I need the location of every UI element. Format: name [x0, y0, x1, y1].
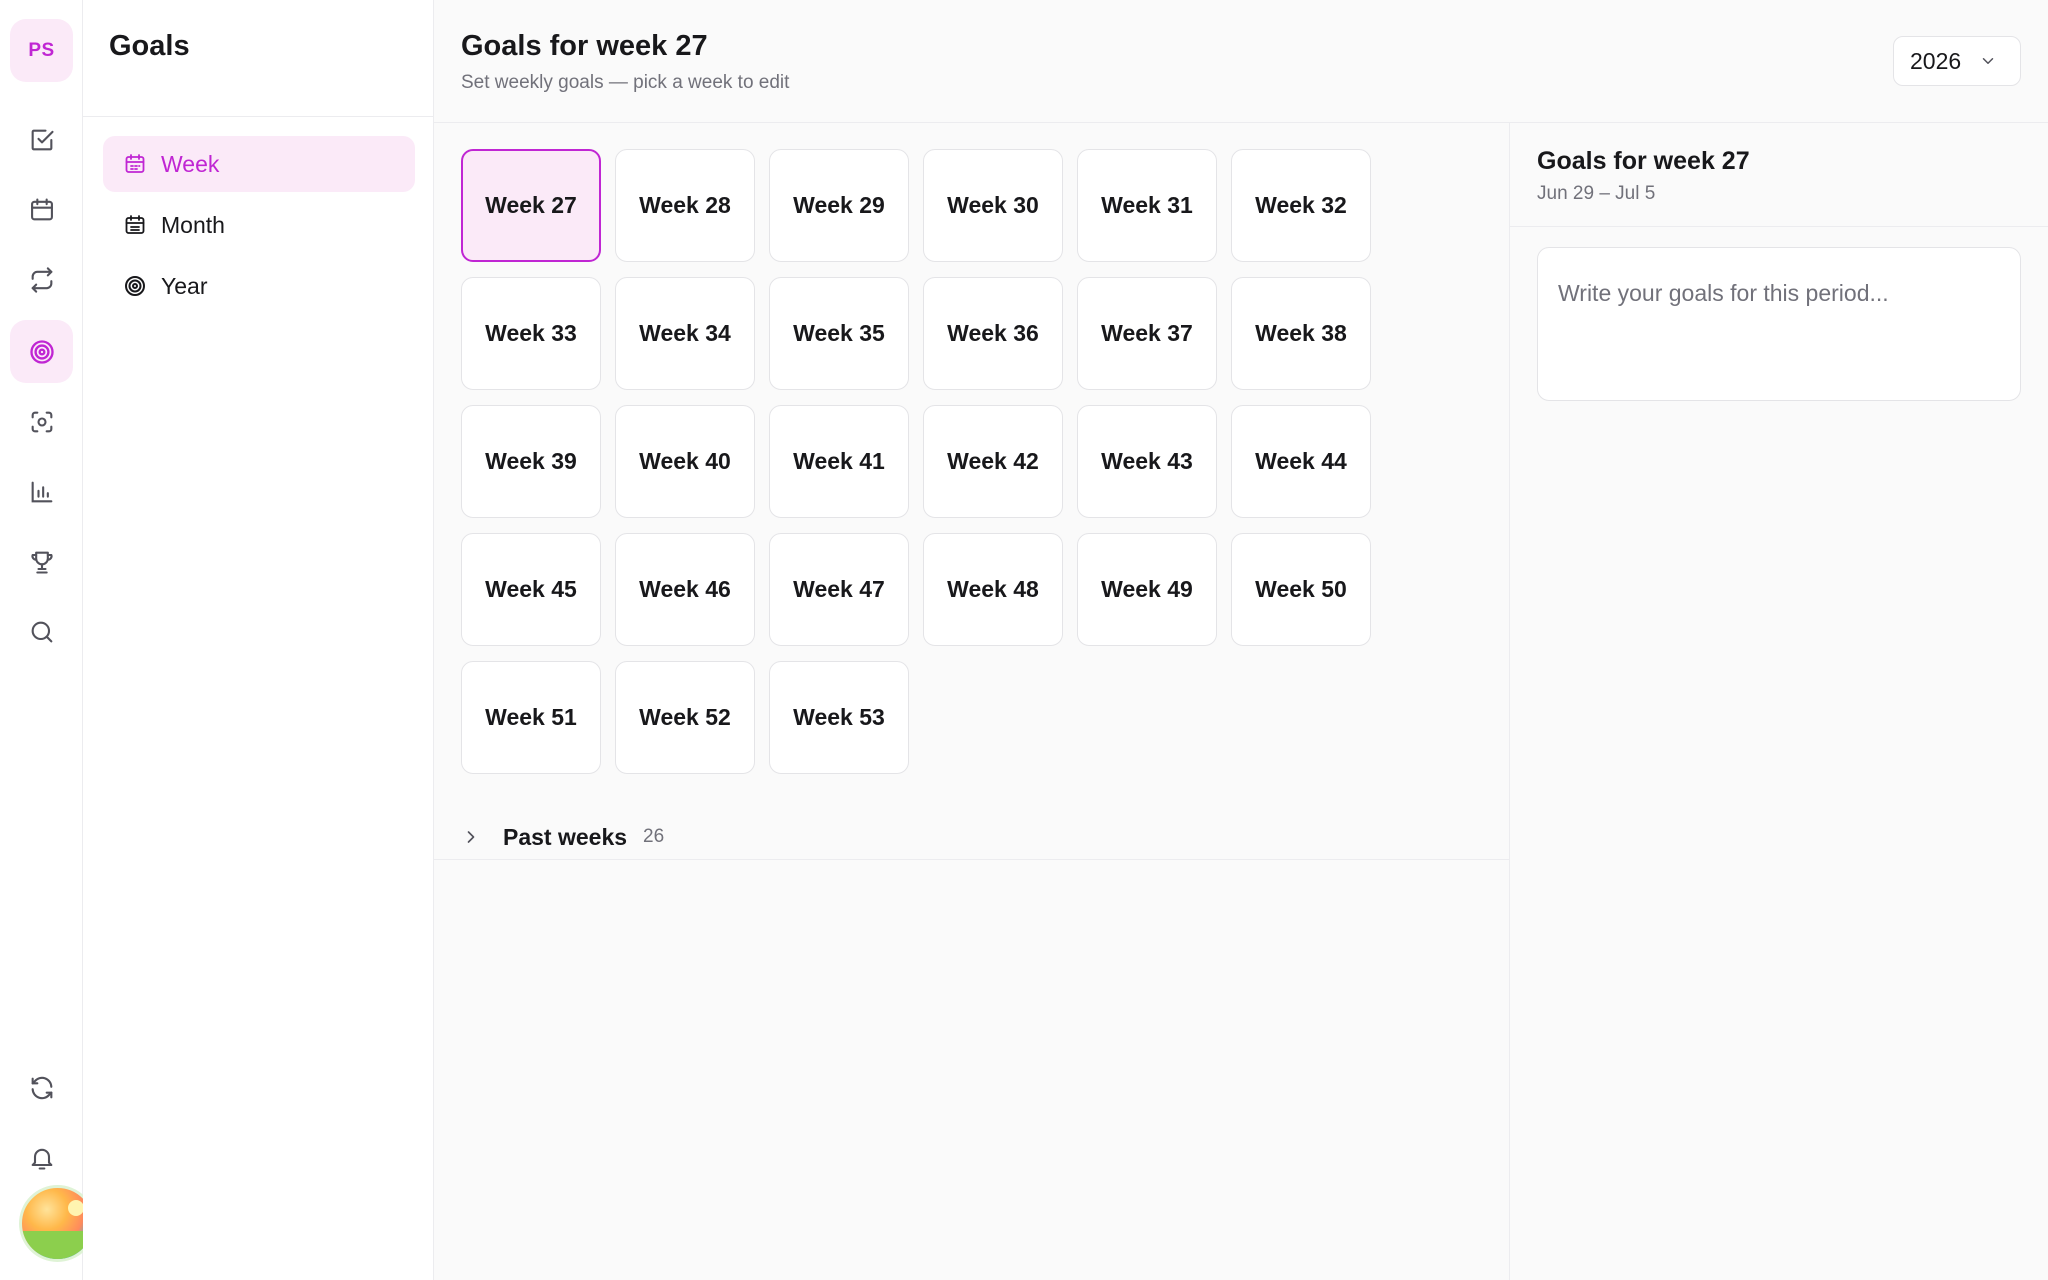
trophy-icon: [30, 551, 53, 574]
year-select[interactable]: 2026: [1893, 36, 2021, 86]
repeat-icon: [31, 266, 52, 293]
weeks-grid: Week 27 Week 28 Week 29 Week 30 Week 31 Week …: [461, 149, 1371, 774]
past-weeks-divider: [434, 859, 1509, 860]
week-card[interactable]: Week 38: [1231, 277, 1371, 390]
week-card[interactable]: Week 50: [1231, 533, 1371, 646]
refresh-icon: [31, 1076, 52, 1099]
chevron-down-icon: [1982, 58, 1994, 64]
check-square-icon: [31, 129, 54, 150]
sidebar-item-week[interactable]: Week: [103, 136, 415, 192]
week-card[interactable]: Week 31: [1077, 149, 1217, 262]
goals-textarea[interactable]: [1537, 247, 2021, 401]
search-icon: [31, 621, 52, 642]
focus-button[interactable]: [10, 390, 73, 453]
icon-rail: PS: [0, 0, 96, 1280]
week-card[interactable]: Week 42: [923, 405, 1063, 518]
week-card[interactable]: Week 49: [1077, 533, 1217, 646]
week-card[interactable]: Week 33: [461, 277, 601, 390]
page-title: Goals for week 27: [461, 30, 708, 62]
main-area: Goals for week 27 Set weekly goals — pic…: [434, 0, 2048, 1280]
week-card[interactable]: Week 37: [1077, 277, 1217, 390]
bar-chart-icon: [31, 481, 52, 502]
week-card[interactable]: Week 46: [615, 533, 755, 646]
focus-icon: [31, 411, 52, 432]
stats-button[interactable]: [10, 460, 73, 523]
search-button[interactable]: [10, 600, 73, 663]
bell-icon: [31, 1148, 52, 1170]
sync-button[interactable]: [10, 1056, 73, 1119]
week-card[interactable]: Week 40: [615, 405, 755, 518]
notifications-button[interactable]: [10, 1126, 73, 1189]
week-card[interactable]: Week 35: [769, 277, 909, 390]
week-card[interactable]: Week 29: [769, 149, 909, 262]
week-card[interactable]: Week 43: [1077, 405, 1217, 518]
week-card[interactable]: Week 52: [615, 661, 755, 774]
week-card[interactable]: Week 36: [923, 277, 1063, 390]
goals-panel: Goals for week 27 Jun 29 – Jul 5: [1510, 123, 2048, 1280]
chevron-right-icon: [467, 831, 475, 843]
week-card[interactable]: Week 30: [923, 149, 1063, 262]
target-icon: [125, 276, 145, 296]
week-card[interactable]: Week 32: [1231, 149, 1371, 262]
week-card[interactable]: Week 28: [615, 149, 755, 262]
avatar-sun-shape: [68, 1200, 84, 1216]
sidebar-title: Goals: [109, 30, 190, 62]
goals-date-range: Jun 29 – Jul 5: [1537, 183, 1656, 204]
app: PS Goals Week Month Year Goals for week …: [0, 0, 2048, 1280]
page-header: Goals for week 27 Set weekly goals — pic…: [434, 0, 2048, 123]
profile-initials[interactable]: PS: [10, 19, 73, 82]
past-weeks-toggle[interactable]: Past weeks 26: [461, 815, 664, 859]
tasks-button[interactable]: [10, 108, 73, 171]
year-select-value: 2026: [1910, 47, 1962, 74]
week-card[interactable]: Week 34: [615, 277, 755, 390]
achievements-button[interactable]: [10, 530, 73, 593]
week-card[interactable]: Week 39: [461, 405, 601, 518]
goals-panel-title: Goals for week 27: [1537, 147, 1750, 175]
sidebar-item-month[interactable]: Month: [103, 197, 415, 253]
week-card[interactable]: Week 45: [461, 533, 601, 646]
sidebar-item-year[interactable]: Year: [103, 258, 415, 314]
sidebar-item-label: Week: [161, 150, 220, 177]
weeks-content: Week 27 Week 28 Week 29 Week 30 Week 31 Week …: [434, 123, 1510, 1280]
sidebar-item-label: Month: [161, 211, 225, 238]
week-card[interactable]: Week 44: [1231, 405, 1371, 518]
sidebar-item-label: Year: [161, 272, 208, 299]
week-card[interactable]: Week 41: [769, 405, 909, 518]
past-weeks-label: Past weeks: [503, 823, 628, 850]
sidebar-divider: [83, 116, 433, 117]
page-subtitle: Set weekly goals — pick a week to edit: [461, 72, 790, 93]
calendar-icon: [30, 197, 53, 220]
calendar-icon: [125, 154, 145, 173]
target-icon: [29, 339, 54, 364]
week-card[interactable]: Week 27: [461, 149, 601, 262]
goals-button[interactable]: [10, 320, 73, 383]
week-card[interactable]: Week 51: [461, 661, 601, 774]
habits-button[interactable]: [10, 248, 73, 311]
calendar-button[interactable]: [10, 178, 73, 241]
week-card[interactable]: Week 47: [769, 533, 909, 646]
goals-sidebar: Goals Week Month Year: [83, 0, 434, 1280]
week-card[interactable]: Week 53: [769, 661, 909, 774]
past-weeks-count: 26: [643, 826, 665, 847]
calendar-month-icon: [125, 215, 145, 234]
week-card[interactable]: Week 48: [923, 533, 1063, 646]
goals-panel-header: Goals for week 27 Jun 29 – Jul 5: [1510, 123, 2048, 227]
